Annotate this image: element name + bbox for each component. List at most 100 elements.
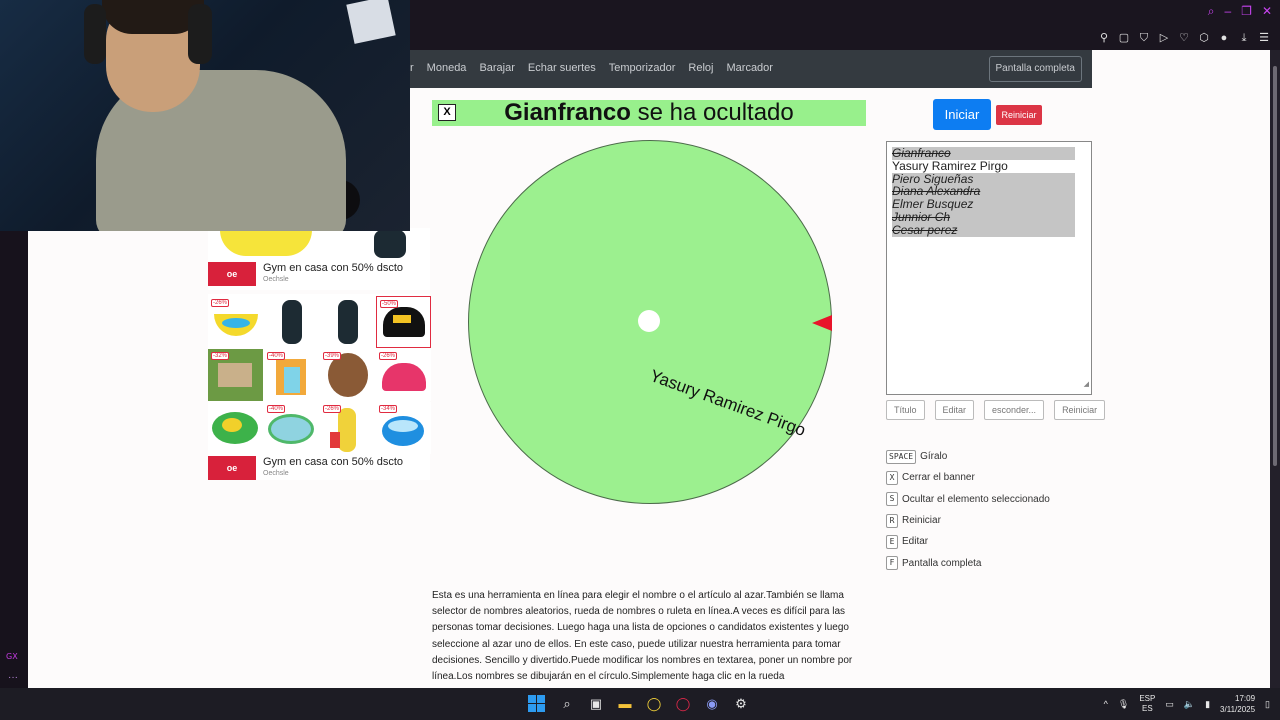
- discount-badge: -26%: [323, 405, 342, 413]
- webcam-overlay: [0, 0, 410, 231]
- shortcut-row: R Reiniciar: [886, 510, 1050, 531]
- wheel-center: [638, 310, 660, 332]
- close-icon[interactable]: ✕: [1262, 4, 1272, 19]
- volume-icon[interactable]: 🔈: [1184, 699, 1195, 710]
- heart-icon[interactable]: ♡: [1178, 31, 1190, 45]
- ad-title[interactable]: Gym en casa con 50% dscto: [263, 262, 403, 274]
- snapshot-icon[interactable]: ▢: [1118, 31, 1130, 45]
- product-thumb[interactable]: [264, 296, 319, 348]
- shortcut-key: S: [886, 492, 898, 507]
- app-icon[interactable]: ⚙: [731, 694, 751, 714]
- product-thumb[interactable]: [320, 296, 375, 348]
- headphones-left: [84, 4, 106, 64]
- nav-item-marcador[interactable]: Marcador: [727, 62, 773, 74]
- shortcut-row: SPACE Gíralo: [886, 446, 1050, 467]
- shortcut-label: Cerrar el banner: [902, 472, 975, 484]
- task-view-icon[interactable]: ▣: [586, 694, 606, 714]
- more-icon[interactable]: ···: [8, 672, 18, 683]
- language-indicator[interactable]: ESP ES: [1139, 694, 1155, 714]
- name-entry[interactable]: Yasury Ramirez Pirgo: [892, 159, 1075, 173]
- play-icon[interactable]: ▷: [1158, 31, 1170, 45]
- product-thumb[interactable]: -40%: [264, 349, 319, 401]
- name-entry[interactable]: Gianfranco: [892, 147, 1075, 160]
- page-scrollbar[interactable]: [1270, 50, 1280, 688]
- minimize-icon[interactable]: –: [1224, 4, 1231, 19]
- scrollbar-thumb[interactable]: [1273, 66, 1277, 466]
- product-thumb[interactable]: -39%: [320, 349, 375, 401]
- oechsle-logo: oe: [208, 456, 256, 480]
- product-thumb[interactable]: -26%: [376, 349, 431, 401]
- start-button[interactable]: Iniciar: [933, 99, 991, 130]
- download-icon[interactable]: ⤓: [1238, 31, 1250, 45]
- banner-message: Gianfranco se ha ocultado: [432, 100, 866, 126]
- search-icon[interactable]: ⌕: [557, 694, 577, 714]
- clock[interactable]: 17:09 3/11/2025: [1220, 693, 1255, 715]
- reset-button[interactable]: Reiniciar: [996, 105, 1042, 125]
- reset-list-button[interactable]: Reiniciar: [1054, 400, 1106, 420]
- fullscreen-button[interactable]: Pantalla completa: [988, 56, 1082, 82]
- resize-handle-icon[interactable]: ◢: [1084, 379, 1089, 392]
- nav-item-echar-suertes[interactable]: Echar suertes: [528, 62, 596, 74]
- name-entry[interactable]: Cesar perez: [892, 223, 1075, 237]
- shortcut-key: SPACE: [886, 449, 917, 464]
- microphone-icon[interactable]: 🎙: [1118, 699, 1129, 710]
- chevron-up-icon[interactable]: ^: [1104, 699, 1108, 709]
- title-button[interactable]: Título: [886, 400, 925, 420]
- menu-icon[interactable]: ☰: [1258, 31, 1270, 45]
- hide-button[interactable]: esconder...: [984, 400, 1045, 420]
- taskbar: ⌕ ▣ ▬ ◯ ◯ ◉ ⚙ ^ 🎙 ESP ES ▭ 🔈 ▮ 17:09 3/11/…: [0, 688, 1280, 720]
- battery-icon[interactable]: ▮: [1205, 699, 1210, 710]
- banner-close-button[interactable]: X: [438, 104, 456, 121]
- wheel-pointer-icon: [812, 315, 832, 331]
- profile-icon[interactable]: ●: [1218, 31, 1230, 45]
- nav-item-temporizador[interactable]: Temporizador: [609, 62, 676, 74]
- nav-menu: r Moneda Barajar Echar suertes Temporiza…: [410, 62, 773, 74]
- shortcut-label: Reiniciar: [902, 515, 941, 527]
- nav-item-moneda[interactable]: Moneda: [427, 62, 467, 74]
- edit-button[interactable]: Editar: [934, 400, 975, 420]
- start-menu-icon[interactable]: [528, 694, 548, 714]
- dumbbell-image: [374, 230, 406, 258]
- ad-title[interactable]: Gym en casa con 50% dscto: [263, 456, 403, 468]
- shortcut-key: F: [886, 556, 898, 571]
- product-thumb[interactable]: -32%: [208, 349, 263, 401]
- product-thumb[interactable]: -26%: [208, 296, 263, 348]
- extensions-icon[interactable]: ⬡: [1198, 31, 1210, 45]
- discord-icon[interactable]: ◉: [702, 694, 722, 714]
- oechsle-logo: oe: [208, 262, 256, 286]
- shortcut-key: R: [886, 513, 898, 528]
- opera-gx-icon[interactable]: ◯: [673, 694, 693, 714]
- file-explorer-icon[interactable]: ▬: [615, 694, 635, 714]
- wheel[interactable]: Yasury Ramirez Pirgo: [468, 140, 832, 504]
- pin-icon[interactable]: ⚲: [1098, 31, 1110, 45]
- shortcut-row: F Pantalla completa: [886, 552, 1050, 573]
- ad-banner[interactable]: oe Gym en casa con 50% dscto Oechsle: [208, 228, 430, 290]
- shortcut-key: X: [886, 470, 898, 485]
- opera-icon[interactable]: ◯: [644, 694, 664, 714]
- nav-item-reloj[interactable]: Reloj: [688, 62, 713, 74]
- browser-titlebar: ⌕ – ❐ ✕: [410, 0, 1280, 28]
- nav-item[interactable]: r: [410, 62, 414, 74]
- banner-text: se ha ocultado: [630, 99, 794, 126]
- banner-name: Gianfranco: [504, 99, 631, 126]
- search-icon[interactable]: ⌕: [1208, 4, 1215, 19]
- network-icon[interactable]: ▭: [1165, 699, 1174, 710]
- name-entry[interactable]: Junnior Ch: [892, 211, 1075, 224]
- maximize-icon[interactable]: ❐: [1241, 4, 1252, 19]
- discount-badge: -40%: [267, 405, 286, 413]
- product-thumb[interactable]: [208, 402, 263, 454]
- names-textarea[interactable]: Gianfranco Yasury Ramirez Pirgo Piero Sigu…: [886, 141, 1092, 395]
- ad-banner-grid[interactable]: -26% -50% -32% -40% -39% -26% -40% -26% …: [208, 294, 431, 480]
- product-thumb[interactable]: -26%: [320, 402, 375, 454]
- product-thumb[interactable]: -50%: [376, 296, 431, 348]
- discount-badge: -26%: [211, 299, 230, 307]
- notification-icon[interactable]: ▯: [1265, 699, 1270, 710]
- product-thumb[interactable]: -34%: [376, 402, 431, 454]
- shield-icon[interactable]: ⛉: [1138, 31, 1150, 45]
- tool-description: Esta es una herramienta en línea para el…: [432, 590, 853, 683]
- discount-badge: -26%: [379, 352, 398, 360]
- nav-item-barajar[interactable]: Barajar: [479, 62, 514, 74]
- shortcut-row: E Editar: [886, 531, 1050, 552]
- shortcut-row: X Cerrar el banner: [886, 467, 1050, 488]
- product-thumb[interactable]: -40%: [264, 402, 319, 454]
